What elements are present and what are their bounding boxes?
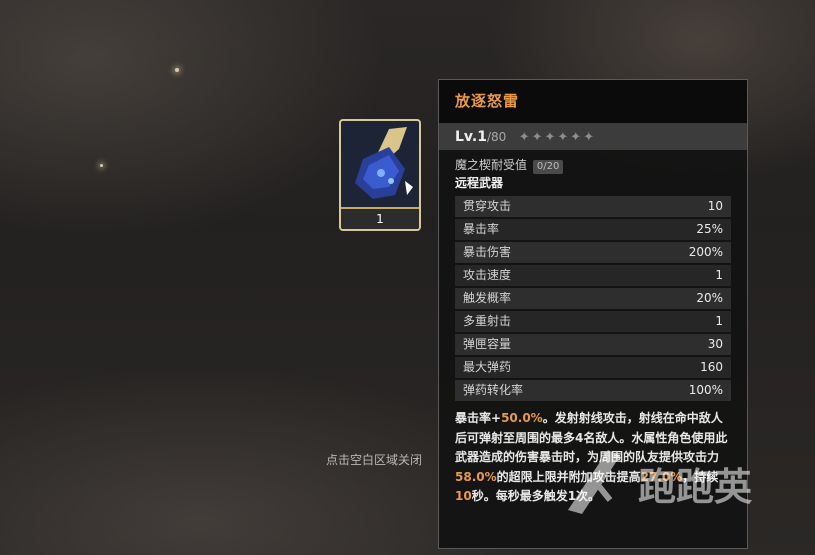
stat-row: 暴击率 25% bbox=[455, 219, 731, 240]
item-count: 1 bbox=[341, 209, 419, 229]
stat-name: 贯穿攻击 bbox=[463, 199, 512, 213]
stat-name: 多重射击 bbox=[463, 314, 512, 328]
background-sparkle bbox=[100, 164, 103, 167]
stat-value: 30 bbox=[707, 337, 723, 351]
stat-row: 暴击伤害 200% bbox=[455, 242, 731, 263]
close-hint[interactable]: 点击空白区域关闭 bbox=[326, 451, 422, 468]
weapon-level: Lv.1 bbox=[455, 129, 487, 145]
stat-value: 1 bbox=[715, 268, 723, 282]
stats-list: 贯穿攻击 10 暴击率 25% 暴击伤害 200% 攻击速度 1 触发概率 20% 多重射… bbox=[455, 196, 731, 401]
stat-row: 攻击速度 1 bbox=[455, 265, 731, 286]
durability-value: 0/20 bbox=[532, 160, 564, 174]
desc-highlight: 50.0% bbox=[501, 411, 543, 425]
watermark-text: 跑跑英 bbox=[638, 465, 753, 509]
stat-row: 弹匣容量 30 bbox=[455, 334, 731, 355]
level-row: Lv.1/80 ✦✦✦✦✦✦ bbox=[439, 124, 747, 150]
stat-row: 多重射击 1 bbox=[455, 311, 731, 332]
stat-row: 触发概率 20% bbox=[455, 288, 731, 309]
stat-name: 弹匣容量 bbox=[463, 337, 512, 351]
stat-name: 触发概率 bbox=[463, 291, 512, 305]
stat-name: 攻击速度 bbox=[463, 268, 512, 282]
stat-value: 160 bbox=[700, 360, 723, 374]
desc-text: 暴击率+ bbox=[455, 411, 502, 425]
rank-stars-icon: ✦✦✦✦✦✦ bbox=[518, 130, 597, 145]
stat-value: 20% bbox=[696, 291, 723, 305]
stat-name: 弹药转化率 bbox=[463, 383, 524, 397]
watermark-logo-icon: 跑跑英 bbox=[568, 450, 753, 514]
desc-highlight: 58.0% bbox=[455, 469, 497, 484]
durability-label: 魔之楔耐受值 bbox=[455, 158, 528, 172]
weapon-name: 放逐怒雷 bbox=[439, 80, 747, 124]
stat-row: 最大弹药 160 bbox=[455, 357, 731, 378]
desc-highlight: 10 bbox=[455, 489, 472, 503]
durability-row: 魔之楔耐受值 0/20 bbox=[439, 156, 747, 174]
stat-row: 贯穿攻击 10 bbox=[455, 196, 731, 217]
stat-row: 弹药转化率 100% bbox=[455, 380, 731, 401]
stat-value: 1 bbox=[715, 314, 723, 328]
weapon-type: 远程武器 bbox=[455, 176, 504, 190]
stat-value: 100% bbox=[688, 383, 723, 397]
stat-value: 200% bbox=[688, 245, 723, 259]
stat-value: 10 bbox=[707, 199, 723, 213]
weapon-item-card[interactable]: 1 bbox=[339, 119, 421, 231]
stat-name: 暴击率 bbox=[463, 222, 500, 236]
weapon-level-max: /80 bbox=[486, 130, 507, 144]
stat-name: 暴击伤害 bbox=[463, 245, 512, 259]
background-sparkle bbox=[175, 68, 179, 72]
stat-value: 25% bbox=[696, 222, 723, 236]
stat-name: 最大弹药 bbox=[463, 360, 512, 374]
launcher-weapon-icon bbox=[355, 127, 413, 199]
